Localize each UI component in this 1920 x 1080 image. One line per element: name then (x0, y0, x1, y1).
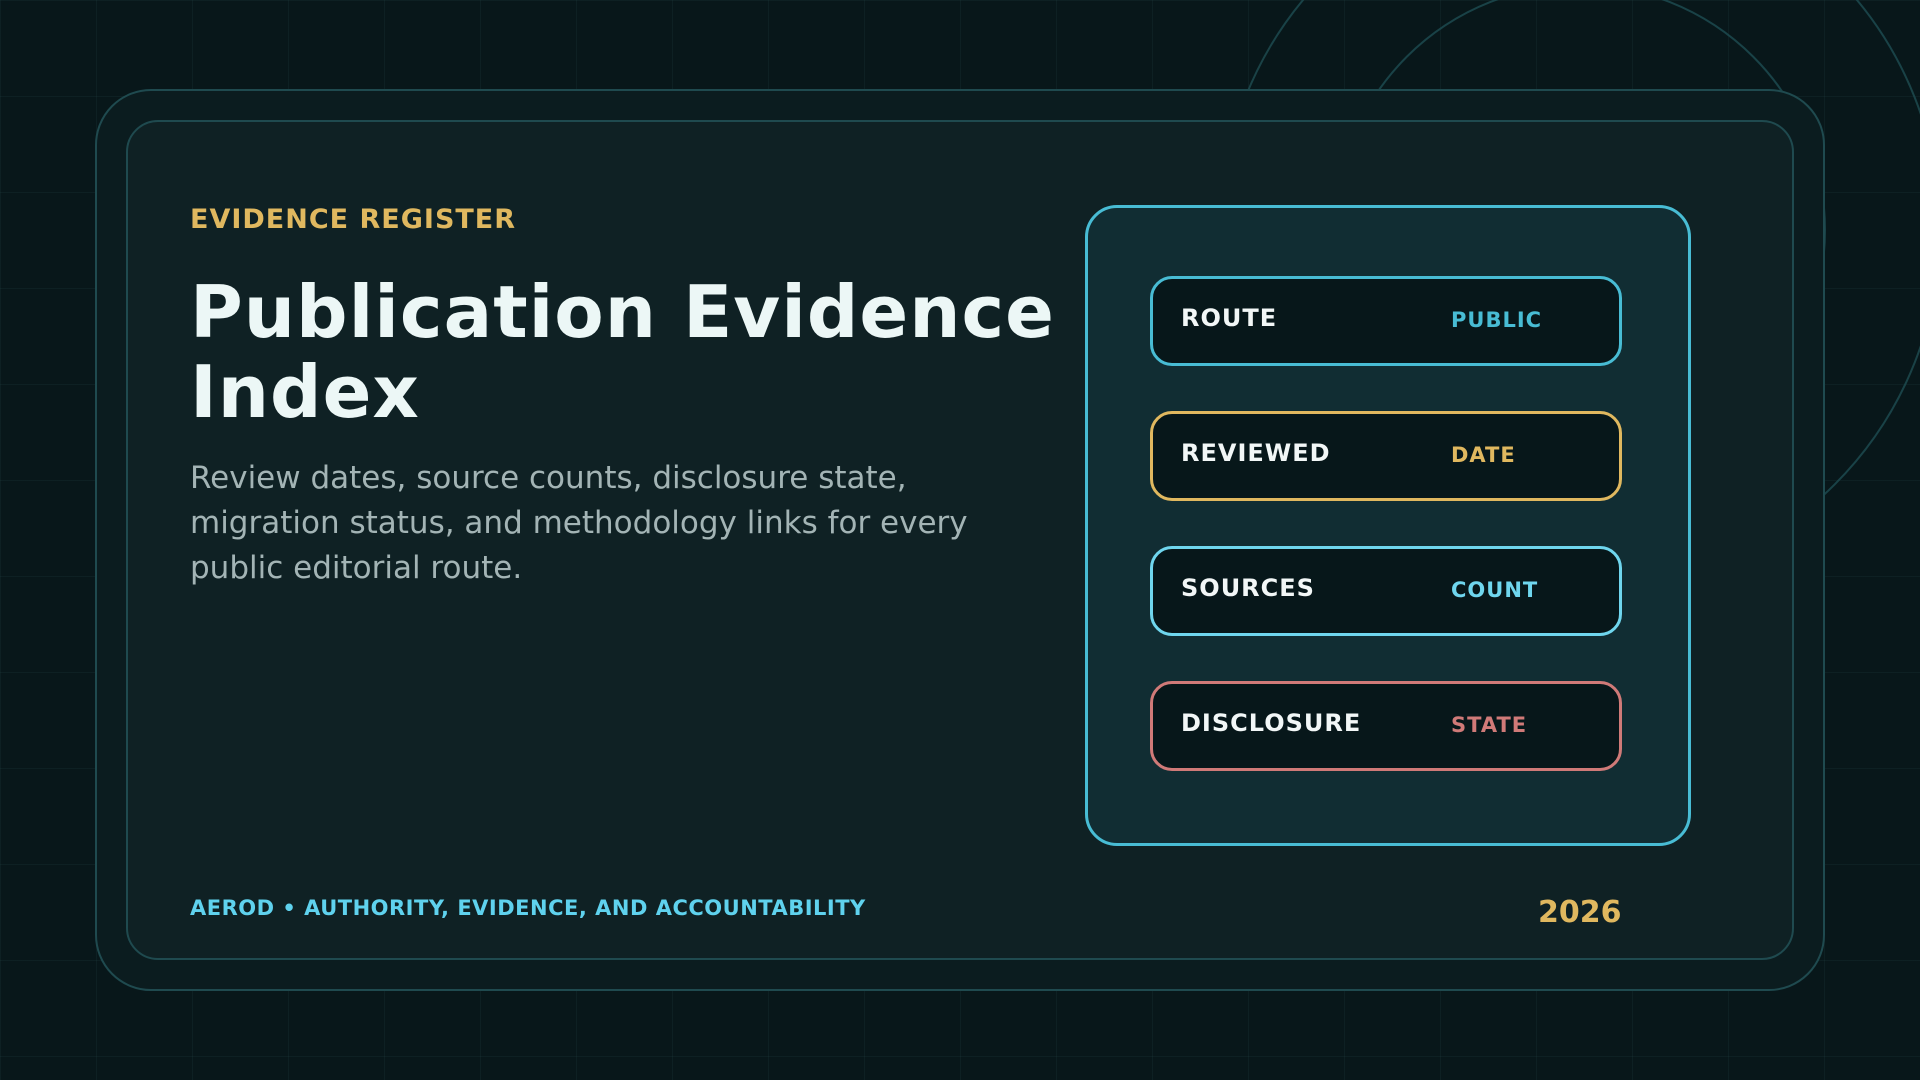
field-route: ROUTE PUBLIC (1150, 276, 1622, 366)
page-description: Review dates, source counts, disclosure … (190, 460, 968, 586)
field-reviewed-value: DATE (1451, 443, 1516, 467)
slide: EVIDENCE REGISTER Publication Evidence I… (0, 0, 1920, 1080)
field-reviewed: REVIEWED DATE (1150, 411, 1622, 501)
field-disclosure-label: DISCLOSURE (1181, 709, 1362, 737)
field-sources: SOURCES COUNT (1150, 546, 1622, 636)
field-sources-value: COUNT (1451, 578, 1539, 602)
field-reviewed-label: REVIEWED (1181, 439, 1331, 467)
eyebrow-label: EVIDENCE REGISTER (190, 204, 517, 235)
field-disclosure-value: STATE (1451, 713, 1528, 737)
field-route-label: ROUTE (1181, 304, 1278, 332)
footer-year: 2026 (1538, 895, 1622, 930)
footer-tagline: AEROD • AUTHORITY, EVIDENCE, AND ACCOUNT… (190, 896, 866, 920)
field-sources-label: SOURCES (1181, 574, 1315, 602)
field-route-value: PUBLIC (1451, 308, 1543, 332)
page-title: Publication Evidence Index (190, 270, 1056, 434)
field-disclosure: DISCLOSURE STATE (1150, 681, 1622, 771)
